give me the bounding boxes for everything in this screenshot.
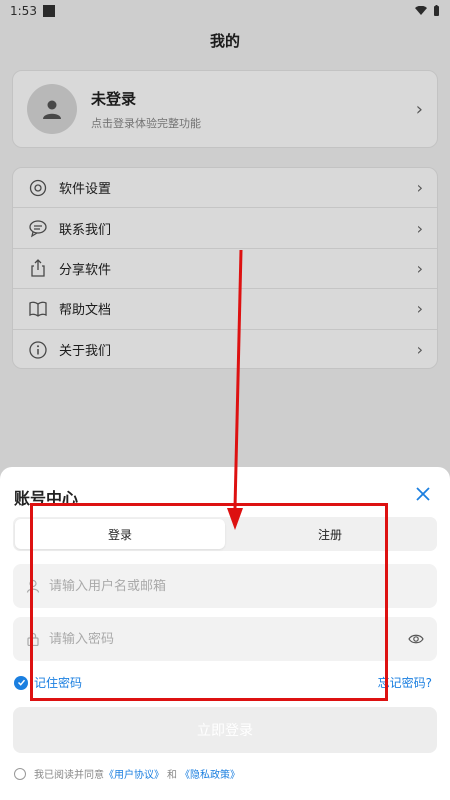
user-agreement-link[interactable]: 《用户协议》 [104, 766, 164, 781]
agree-radio[interactable] [14, 767, 26, 780]
login-button[interactable]: 立即登录 [13, 707, 437, 753]
agree-and: 和 [167, 770, 177, 781]
eye-icon[interactable] [405, 633, 427, 645]
close-button[interactable] [414, 485, 432, 503]
agree-text: 我已阅读并同意 [34, 770, 104, 781]
agreement: 我已阅读并同意 《用户协议》 和 《隐私政策》 [14, 766, 240, 781]
close-icon [416, 487, 430, 501]
privacy-policy-link[interactable]: 《隐私政策》 [180, 766, 240, 781]
annotation-highlight-box [30, 503, 388, 701]
checkbox-icon[interactable] [14, 675, 28, 690]
